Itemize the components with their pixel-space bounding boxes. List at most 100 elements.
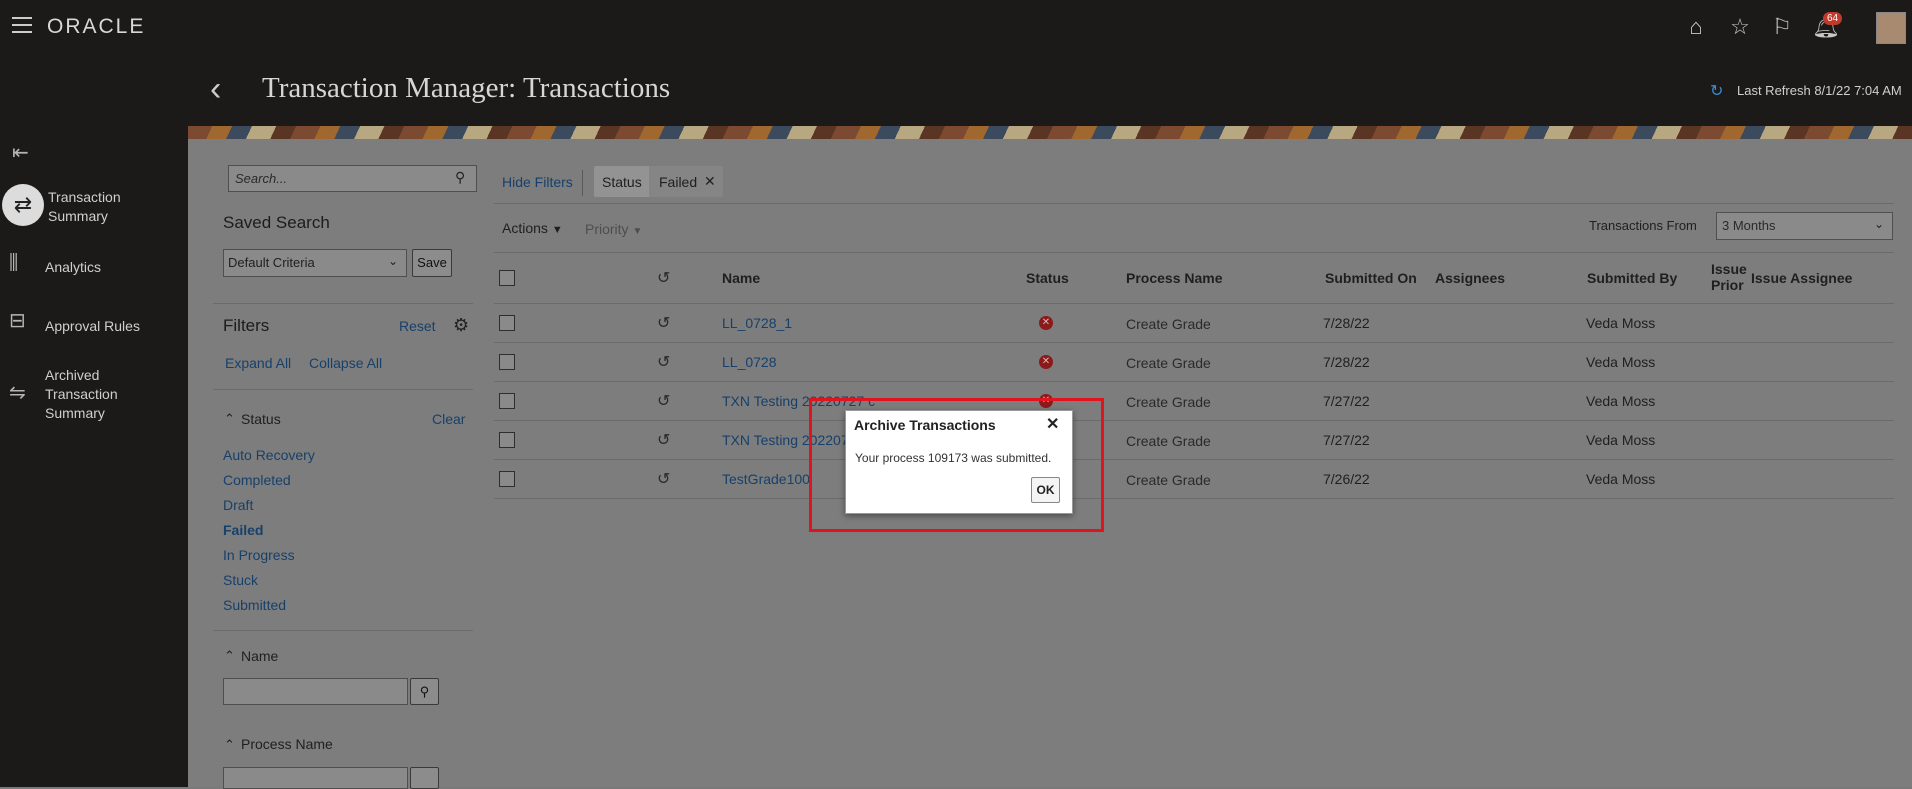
- process-name-filter-input[interactable]: [223, 767, 408, 789]
- chevron-up-icon[interactable]: ⌃: [224, 737, 235, 753]
- row-submitted-by: Veda Moss: [1586, 393, 1656, 409]
- column-header-status[interactable]: Status: [1026, 270, 1069, 286]
- search-placeholder: Search...: [235, 171, 288, 186]
- row-checkbox[interactable]: [499, 354, 515, 370]
- history-icon[interactable]: ↺: [657, 352, 670, 372]
- row-name-link[interactable]: LL_0728: [722, 354, 777, 370]
- nav-item-transaction-summary[interactable]: Transaction Summary: [48, 188, 168, 226]
- status-option-selected[interactable]: Failed: [223, 522, 263, 538]
- row-checkbox[interactable]: [499, 315, 515, 331]
- page-title: Transaction Manager: Transactions: [262, 72, 671, 104]
- status-option[interactable]: Submitted: [223, 597, 286, 613]
- column-header-name[interactable]: Name: [722, 270, 760, 286]
- history-icon[interactable]: ↺: [657, 469, 670, 489]
- saved-search-select[interactable]: Default Criteria ⌄: [223, 249, 407, 277]
- last-refresh-text: Last Refresh 8/1/22 7:04 AM: [1737, 83, 1902, 98]
- row-checkbox[interactable]: [499, 393, 515, 409]
- avatar[interactable]: [1876, 12, 1906, 44]
- row-submitted-by: Veda Moss: [1586, 354, 1656, 370]
- status-filter-header: Status: [241, 411, 281, 427]
- column-header-issue-priority[interactable]: Issue Prior: [1711, 261, 1747, 293]
- history-icon: ↺: [657, 270, 671, 287]
- nav-item-archived-transaction-summary[interactable]: Archived Transaction Summary: [45, 366, 145, 423]
- priority-menu[interactable]: Priority ▼: [585, 221, 642, 237]
- divider: [213, 389, 473, 390]
- caret-down-icon: ▼: [632, 226, 643, 237]
- row-checkbox[interactable]: [499, 471, 515, 487]
- column-header-process-name[interactable]: Process Name: [1126, 270, 1223, 286]
- row-divider: [494, 459, 1894, 460]
- refresh-icon[interactable]: ↻: [1710, 81, 1723, 101]
- home-icon[interactable]: ⌂: [1683, 14, 1709, 40]
- filter-chip-status: Status: [602, 174, 642, 190]
- search-icon[interactable]: ⚲: [455, 169, 465, 186]
- chevron-up-icon[interactable]: ⌃: [224, 648, 235, 664]
- notification-badge: 64: [1823, 12, 1843, 25]
- actions-menu[interactable]: Actions ▼: [502, 220, 563, 236]
- row-divider: [494, 420, 1894, 421]
- history-icon[interactable]: ↺: [657, 430, 670, 450]
- collapse-all-link[interactable]: Collapse All: [309, 355, 382, 371]
- hide-filters-link[interactable]: Hide Filters: [502, 174, 573, 190]
- row-divider: [494, 342, 1894, 343]
- divider: [582, 170, 583, 196]
- row-checkbox[interactable]: [499, 432, 515, 448]
- row-process: Create Grade: [1126, 472, 1211, 488]
- transactions-from-select[interactable]: 3 Months ⌄: [1716, 212, 1893, 240]
- status-option[interactable]: Stuck: [223, 572, 258, 588]
- chevron-up-icon[interactable]: ⌃: [224, 411, 235, 427]
- error-status-icon: ✕: [1039, 316, 1053, 330]
- divider: [494, 252, 1894, 253]
- process-name-filter-header: Process Name: [241, 736, 333, 752]
- save-button[interactable]: Save: [412, 249, 452, 277]
- name-search-button[interactable]: ⚲: [410, 678, 439, 705]
- approval-rules-icon: ⊟: [9, 310, 26, 332]
- row-submitted-by: Veda Moss: [1586, 471, 1656, 487]
- history-icon[interactable]: ↺: [657, 313, 670, 333]
- row-submitted-by: Veda Moss: [1586, 432, 1656, 448]
- row-process: Create Grade: [1126, 355, 1211, 371]
- highlight-box: [809, 398, 1104, 532]
- divider: [494, 203, 1894, 204]
- saved-search-title: Saved Search: [223, 213, 330, 232]
- caret-down-icon: ▼: [551, 224, 563, 236]
- history-icon[interactable]: ↺: [657, 391, 670, 411]
- row-name-link[interactable]: LL_0728_1: [722, 315, 792, 331]
- top-bar: [0, 0, 1912, 55]
- search-input[interactable]: Search... ⚲: [228, 165, 477, 192]
- expand-all-link[interactable]: Expand All: [225, 355, 291, 371]
- filter-chip[interactable]: Failed ✕: [649, 166, 723, 197]
- row-submitted-on: 7/27/22: [1323, 393, 1370, 409]
- back-chevron-icon[interactable]: ‹: [210, 70, 221, 109]
- close-icon[interactable]: ✕: [704, 173, 716, 190]
- nav-item-analytics[interactable]: Analytics: [45, 258, 101, 277]
- flag-icon[interactable]: ⚐: [1769, 14, 1795, 40]
- column-header-issue-assignee[interactable]: Issue Assignee: [1751, 270, 1852, 286]
- chevron-down-icon: ⌄: [388, 254, 399, 268]
- column-header-submitted-by[interactable]: Submitted By: [1587, 270, 1677, 286]
- status-option[interactable]: Completed: [223, 472, 291, 488]
- select-all-checkbox[interactable]: [499, 270, 515, 286]
- status-option[interactable]: In Progress: [223, 547, 295, 563]
- column-header-submitted-on[interactable]: Submitted On: [1325, 270, 1417, 286]
- nav-item-approval-rules[interactable]: Approval Rules: [45, 317, 140, 336]
- clear-link[interactable]: Clear: [432, 411, 465, 427]
- star-icon[interactable]: ☆: [1727, 14, 1753, 40]
- column-header-assignees[interactable]: Assignees: [1435, 270, 1505, 286]
- row-process: Create Grade: [1126, 316, 1211, 332]
- collapse-panel-icon[interactable]: ⇤: [12, 140, 29, 165]
- table-body: ↺ LL_0728_1 ✕ Create Grade 7/28/22 Veda …: [494, 304, 1894, 499]
- row-name-link[interactable]: TestGrade100: [722, 471, 810, 487]
- chevron-down-icon: ⌄: [1874, 217, 1885, 231]
- arrows-swap-icon: ⇄: [2, 184, 44, 226]
- name-filter-input[interactable]: [223, 678, 408, 705]
- gear-icon[interactable]: ⚙: [453, 315, 469, 336]
- hamburger-menu-icon[interactable]: [12, 17, 32, 33]
- row-process: Create Grade: [1126, 433, 1211, 449]
- reset-link[interactable]: Reset: [399, 318, 436, 334]
- row-submitted-on: 7/26/22: [1323, 471, 1370, 487]
- oracle-logo: ORACLE: [47, 15, 146, 38]
- status-option[interactable]: Auto Recovery: [223, 447, 315, 463]
- status-option[interactable]: Draft: [223, 497, 253, 513]
- process-name-search-button[interactable]: [410, 767, 439, 789]
